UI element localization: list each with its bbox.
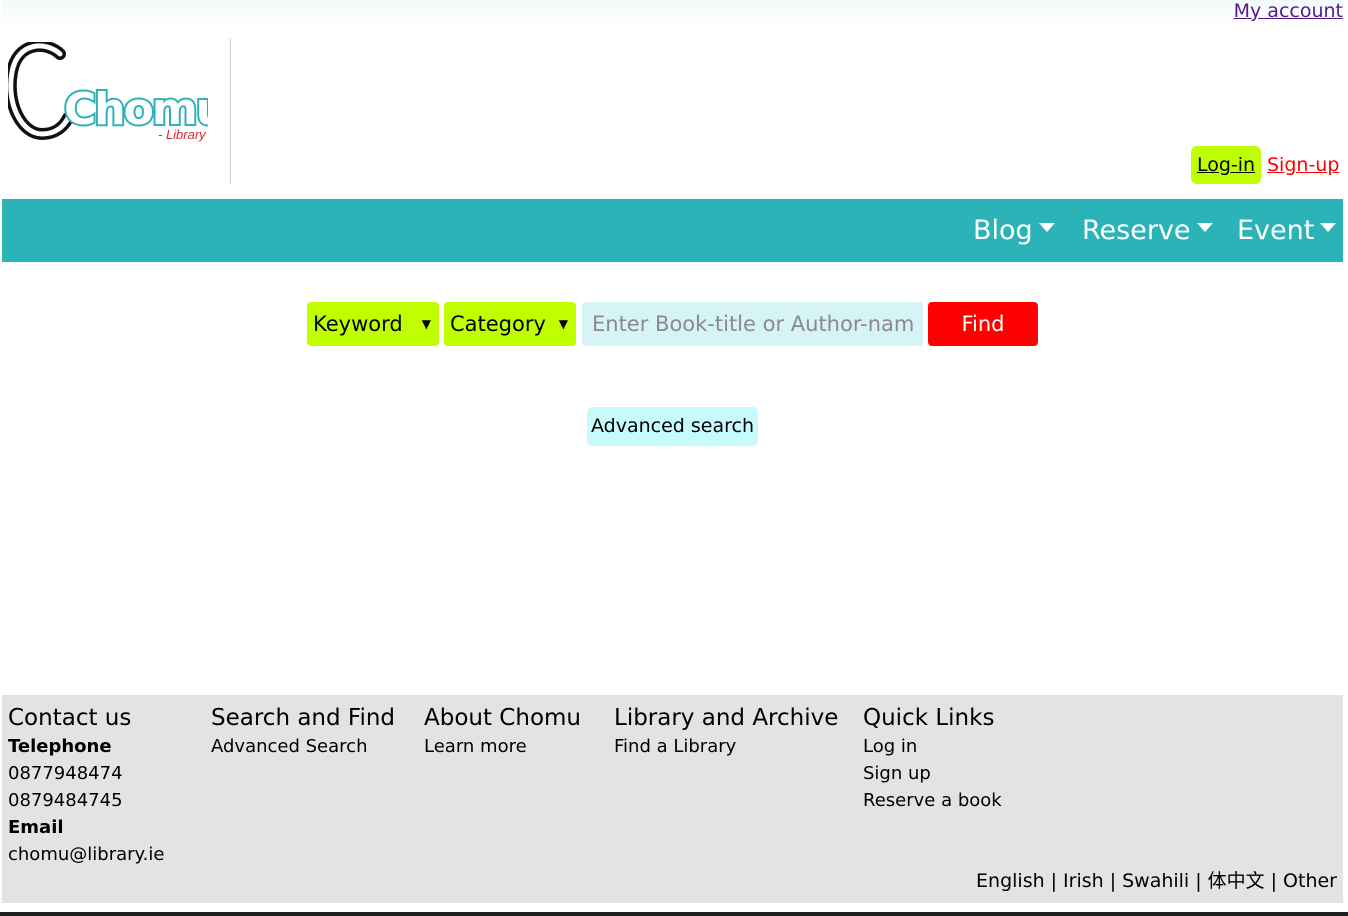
category-select[interactable]: Category ▼ bbox=[444, 302, 576, 346]
find-button[interactable]: Find bbox=[928, 302, 1038, 346]
footer-signup-link[interactable]: Sign up bbox=[863, 760, 1002, 787]
footer-reserve-link[interactable]: Reserve a book bbox=[863, 787, 1002, 814]
phone-number: 0879484745 bbox=[8, 790, 123, 811]
footer: Contact us Telephone 0877948474 08794847… bbox=[2, 695, 1343, 903]
language-switcher: English | Irish | Swahili | 体中文 | Other bbox=[976, 868, 1337, 894]
logo-subtext: - Library bbox=[158, 127, 207, 142]
footer-learn-more-link[interactable]: Learn more bbox=[424, 733, 581, 760]
my-account-link[interactable]: My account bbox=[1234, 0, 1343, 22]
caret-down-icon bbox=[1196, 223, 1213, 232]
phone-number: 0877948474 bbox=[8, 763, 123, 784]
lang-separator: | bbox=[1270, 870, 1278, 892]
nav-event[interactable]: Event bbox=[1237, 199, 1337, 262]
dropdown-arrow-icon: ▼ bbox=[558, 317, 568, 331]
signup-link[interactable]: Sign-up bbox=[1267, 146, 1339, 184]
nav-event-label: Event bbox=[1237, 215, 1315, 246]
lang-other[interactable]: Other bbox=[1283, 870, 1337, 892]
nav-reserve-label: Reserve bbox=[1082, 215, 1191, 246]
telephone-label: Telephone bbox=[8, 736, 112, 757]
login-button[interactable]: Log-in bbox=[1191, 146, 1261, 184]
footer-contact-title: Contact us bbox=[8, 705, 132, 731]
footer-library-archive: Library and Archive Find a Library bbox=[614, 703, 838, 760]
footer-about: About Chomu Learn more bbox=[424, 703, 581, 760]
search-type-value: Keyword bbox=[313, 312, 403, 336]
caret-down-icon bbox=[1320, 223, 1337, 232]
chomu-logo[interactable]: Chomu - Library bbox=[4, 40, 229, 146]
lang-separator: | bbox=[1195, 870, 1202, 892]
email-label: Email bbox=[8, 817, 64, 838]
category-value: Category bbox=[450, 312, 546, 336]
lang-separator: | bbox=[1050, 870, 1058, 892]
page: My account Chomu - Library Log-in Sign-u… bbox=[2, 0, 1343, 912]
lang-separator: | bbox=[1109, 870, 1117, 892]
email-address: chomu@library.ie bbox=[8, 844, 165, 865]
lang-swahili[interactable]: Swahili bbox=[1122, 870, 1189, 892]
footer-quick-links-title: Quick Links bbox=[863, 705, 995, 731]
footer-quick-links: Quick Links Log in Sign up Reserve a boo… bbox=[863, 703, 1002, 814]
lang-chinese[interactable]: 体中文 bbox=[1208, 870, 1265, 892]
advanced-search-button[interactable]: Advanced search bbox=[587, 407, 758, 446]
footer-library-title: Library and Archive bbox=[614, 705, 839, 731]
lang-irish[interactable]: Irish bbox=[1063, 870, 1104, 892]
lang-english[interactable]: English bbox=[976, 870, 1045, 892]
nav-blog[interactable]: Blog bbox=[973, 199, 1055, 262]
window-bottom-edge bbox=[0, 912, 1348, 916]
footer-find-library-link[interactable]: Find a Library bbox=[614, 733, 838, 760]
dropdown-arrow-icon: ▼ bbox=[421, 317, 431, 331]
search-type-select[interactable]: Keyword ▼ bbox=[307, 302, 439, 346]
top-bar: My account bbox=[2, 0, 1343, 24]
footer-contact: Contact us Telephone 0877948474 08794847… bbox=[8, 703, 164, 868]
footer-login-link[interactable]: Log in bbox=[863, 733, 1002, 760]
header-divider bbox=[230, 38, 231, 184]
caret-down-icon bbox=[1038, 223, 1055, 232]
nav-blog-label: Blog bbox=[973, 215, 1033, 246]
main-nav: Blog Reserve Event bbox=[2, 199, 1343, 262]
footer-search-title: Search and Find bbox=[211, 705, 396, 731]
footer-advanced-search-link[interactable]: Advanced Search bbox=[211, 733, 395, 760]
footer-search-find: Search and Find Advanced Search bbox=[211, 703, 395, 760]
footer-about-title: About Chomu bbox=[424, 705, 582, 731]
search-input[interactable] bbox=[582, 302, 923, 346]
nav-reserve[interactable]: Reserve bbox=[1082, 199, 1213, 262]
